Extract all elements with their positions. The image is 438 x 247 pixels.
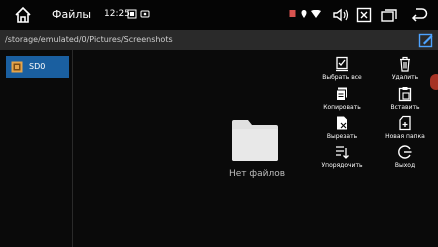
- sort-button[interactable]: Упорядочить: [313, 144, 371, 174]
- cut-icon: [337, 116, 347, 130]
- sidebar-item-sd0[interactable]: SD0: [6, 56, 69, 78]
- paste-icon: [398, 87, 412, 102]
- exit-label: Выход: [394, 162, 416, 169]
- sort-icon: [336, 146, 349, 159]
- sort-label: Упорядочить: [321, 162, 363, 169]
- path-bar: /storage/emulated/0/Pictures/Screenshots: [0, 30, 438, 50]
- delete-label: Удалить: [391, 74, 419, 81]
- delete-button[interactable]: Удалить: [376, 56, 434, 86]
- sd-card-icon: [11, 61, 23, 73]
- exit-icon: [398, 145, 412, 159]
- network-icon: [289, 10, 296, 17]
- paste-label: Вставить: [390, 104, 420, 111]
- sidebar-item-label: SD0: [29, 62, 46, 71]
- home-icon[interactable]: [14, 6, 32, 24]
- current-path: /storage/emulated/0/Pictures/Screenshots: [5, 35, 173, 44]
- select-all-button[interactable]: Выбрать все: [313, 56, 371, 86]
- screenshot-notification-icon: [127, 9, 137, 19]
- trash-icon: [400, 56, 410, 72]
- recent-apps-icon[interactable]: [380, 7, 398, 23]
- copy-icon: [336, 87, 347, 101]
- back-icon[interactable]: [410, 7, 428, 23]
- empty-folder-icon: [232, 120, 278, 161]
- new-folder-button[interactable]: Новая папка: [376, 115, 434, 145]
- volume-icon[interactable]: [332, 7, 350, 23]
- empty-message: Нет файлов: [229, 169, 286, 179]
- status-bar: Файлы 12:25: [0, 0, 438, 30]
- location-icon: [301, 10, 307, 18]
- copy-button[interactable]: Копировать: [313, 86, 371, 116]
- cut-button[interactable]: Вырезать: [313, 115, 371, 145]
- cast-notification-icon: [140, 10, 150, 18]
- new-folder-icon: [399, 115, 411, 131]
- select-all-icon: [336, 56, 348, 72]
- edit-menu-icon[interactable]: [418, 32, 434, 48]
- close-window-icon[interactable]: [356, 7, 372, 23]
- wifi-icon: [311, 10, 321, 18]
- storage-sidebar: SD0: [0, 50, 73, 247]
- select-all-label: Выбрать все: [322, 74, 362, 81]
- copy-label: Копировать: [323, 104, 361, 111]
- app-title: Файлы: [52, 8, 92, 21]
- side-panel-handle[interactable]: [430, 74, 438, 90]
- new-folder-label: Новая папка: [385, 133, 425, 140]
- paste-button[interactable]: Вставить: [376, 86, 434, 116]
- exit-button[interactable]: Выход: [376, 144, 434, 174]
- cut-label: Вырезать: [326, 133, 358, 140]
